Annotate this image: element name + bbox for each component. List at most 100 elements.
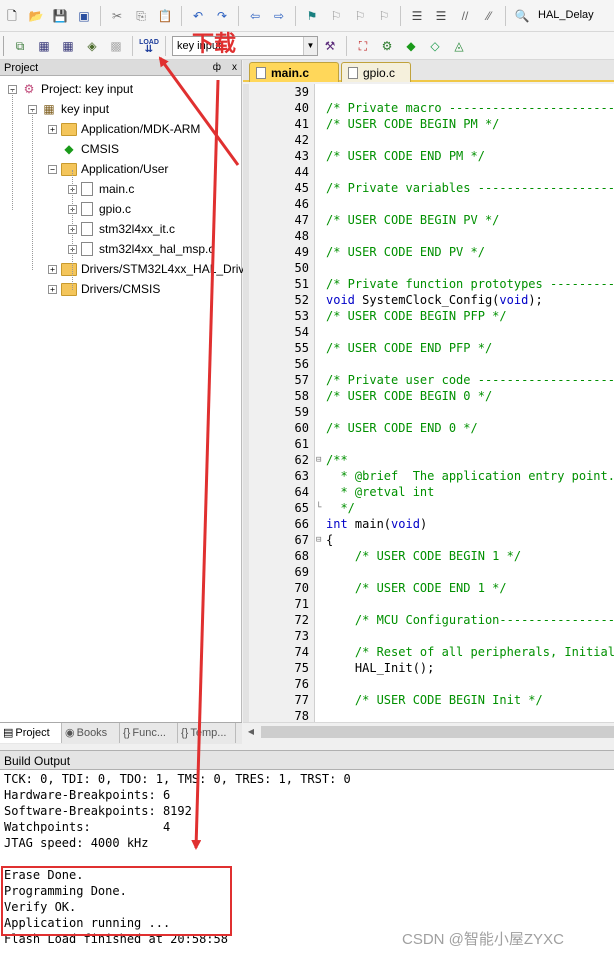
tree-item[interactable]: − ▦ key input <box>28 100 109 118</box>
tree-item[interactable]: − Application/User <box>48 160 168 178</box>
target-options-icon[interactable]: ⚒ <box>320 36 340 56</box>
code-line: /* USER CODE END PM */ <box>326 149 485 163</box>
expand-icon[interactable]: + <box>48 124 57 134</box>
build-output-header: Build Output <box>0 750 614 770</box>
tree-item[interactable]: + gpio.c <box>68 200 131 218</box>
tab-label: Temp... <box>190 727 227 739</box>
fold-collapse-icon[interactable]: ⊟ <box>316 452 325 468</box>
nav-forward-icon[interactable]: ⇨ <box>269 6 289 26</box>
tree-item[interactable]: + Application/MDK-ARM <box>48 120 200 138</box>
line-number: 75 <box>294 661 309 675</box>
line-number: 55 <box>294 341 309 355</box>
unindent-icon[interactable]: ☰ <box>431 6 451 26</box>
manage-rte-icon[interactable]: ⚙ <box>377 36 397 56</box>
code-line: int main(void) <box>326 517 428 531</box>
build-toolbar: ⧉ ▦ ▦ ◈ ▩ LOAD ⇊ key input ▼ ⚒ ⛶ ⚙ ◆ ◇ ◬ <box>0 32 614 60</box>
file-icon <box>81 182 93 196</box>
save-all-icon[interactable]: ▣ <box>74 6 94 26</box>
indent-icon[interactable]: ☰ <box>407 6 427 26</box>
close-icon[interactable]: x <box>232 60 237 76</box>
tab-label: main.c <box>271 65 310 80</box>
tree-item-label: stm32l4xx_it.c <box>99 222 176 236</box>
tree-item[interactable]: + Drivers/CMSIS <box>48 280 160 298</box>
line-number: 51 <box>294 277 309 291</box>
tree-item[interactable]: + main.c <box>68 180 134 198</box>
uncomment-icon[interactable]: ⁄⁄ <box>479 6 499 26</box>
panel-tabs: ▤ Project ◉ Books{} Func...{} Temp... <box>0 722 242 744</box>
target-icon: ▦ <box>43 101 55 116</box>
bookmark-icon[interactable]: ⚑ <box>302 6 322 26</box>
tab-main-c[interactable]: main.c <box>249 62 339 82</box>
tree-item[interactable]: ◆ CMSIS <box>48 140 119 158</box>
watermark: CSDN @智能小屋ZYXC <box>402 931 564 948</box>
pack-manager-icon[interactable]: ◬ <box>449 36 469 56</box>
project-panel: Project ф x − ⚙ Project: key input − ▦ key in… <box>0 60 255 742</box>
file-extensions-icon[interactable]: ⛶ <box>353 36 373 56</box>
project-icon: ⚙ <box>23 81 35 96</box>
tab-label: Project <box>15 727 50 739</box>
new-file-icon[interactable]: 🗋 <box>2 6 22 26</box>
prev-bookmark-icon[interactable]: ⚐ <box>326 6 346 26</box>
batch-build-icon[interactable]: ◈ <box>82 36 102 56</box>
tree-item-label: main.c <box>99 182 135 196</box>
redo-icon[interactable]: ↷ <box>212 6 232 26</box>
toolbar-separator <box>100 5 101 26</box>
pin-icon[interactable]: ф <box>213 60 221 76</box>
nav-back-icon[interactable]: ⇦ <box>245 6 265 26</box>
find-in-files-icon[interactable]: 🔍 <box>512 6 532 26</box>
fold-collapse-icon[interactable]: ⊟ <box>316 532 325 548</box>
translate-icon[interactable]: ⧉ <box>10 36 30 56</box>
comment-icon[interactable]: // <box>455 6 475 26</box>
tree-item-label: Drivers/STM32L4xx_HAL_Driver <box>81 262 256 276</box>
code-editor[interactable]: 39 40 41 42 43 44 45 46 47 48 49 50 51 52 53 54 55 56 57 58… <box>243 84 614 722</box>
open-folder-icon[interactable]: 📂 <box>26 6 46 26</box>
line-number: 46 <box>294 197 309 211</box>
tree-item[interactable]: + stm32l4xx_it.c <box>68 220 175 238</box>
paste-icon[interactable]: 📋 <box>155 6 175 26</box>
line-number: 39 <box>294 85 309 99</box>
line-number: 57 <box>294 373 309 387</box>
tree-item[interactable]: + Drivers/STM32L4xx_HAL_Driver <box>48 260 255 278</box>
tab-temp[interactable]: {} Temp... <box>178 723 236 743</box>
tab-project[interactable]: ▤ Project <box>0 723 62 743</box>
tab-icon: {} <box>181 727 189 739</box>
scrollbar-thumb[interactable] <box>261 726 614 738</box>
fold-end-icon: └ <box>316 503 322 513</box>
cut-icon[interactable]: ✂ <box>107 6 127 26</box>
save-icon[interactable]: 💾 <box>50 6 70 26</box>
code-line: /* USER CODE END 0 */ <box>326 421 478 435</box>
stop-build-icon[interactable]: ▩ <box>106 36 126 56</box>
scroll-left-icon[interactable]: ◀ <box>243 723 259 741</box>
code-line: /* Private function prototypes ---------… <box>326 277 614 291</box>
tree-item[interactable]: − ⚙ Project: key input <box>8 80 133 98</box>
code-line: /* USER CODE BEGIN 1 */ <box>326 549 522 563</box>
tab-func[interactable]: {} Func... <box>120 723 178 743</box>
editor-horizontal-scrollbar[interactable]: ◀ <box>243 722 614 740</box>
tab-books[interactable]: ◉ Books <box>62 723 120 743</box>
rebuild-icon[interactable]: ▦ <box>58 36 78 56</box>
chevron-down-icon[interactable]: ▼ <box>303 36 317 55</box>
build-output-title: Build Output <box>4 754 71 768</box>
line-number: 56 <box>294 357 309 371</box>
select-software-packs-icon[interactable]: ◇ <box>425 36 445 56</box>
expand-icon[interactable]: + <box>48 264 57 274</box>
target-function-combo[interactable]: HAL_Delay <box>534 6 610 26</box>
load-download-icon[interactable]: LOAD ⇊ <box>139 36 159 56</box>
line-number: 70 <box>294 581 309 595</box>
clear-bookmarks-icon[interactable]: ⚐ <box>374 6 394 26</box>
code-line: /* USER CODE BEGIN 0 */ <box>326 389 493 403</box>
collapse-icon[interactable]: − <box>48 164 57 174</box>
breakpoint-margin[interactable] <box>243 84 249 722</box>
build-icon[interactable]: ▦ <box>34 36 54 56</box>
copy-icon[interactable]: ⎘ <box>131 6 151 26</box>
next-bookmark-icon[interactable]: ⚐ <box>350 6 370 26</box>
pack-installer-icon[interactable]: ◆ <box>401 36 421 56</box>
line-number: 69 <box>294 565 309 579</box>
expand-icon[interactable]: + <box>48 284 57 294</box>
line-number: 77 <box>294 693 309 707</box>
code-line: /** <box>326 453 348 467</box>
code-line: /* USER CODE END PFP */ <box>326 341 493 355</box>
undo-icon[interactable]: ↶ <box>188 6 208 26</box>
tab-gpio-c[interactable]: gpio.c <box>341 62 411 82</box>
tree-item[interactable]: + stm32l4xx_hal_msp.c <box>68 240 214 258</box>
